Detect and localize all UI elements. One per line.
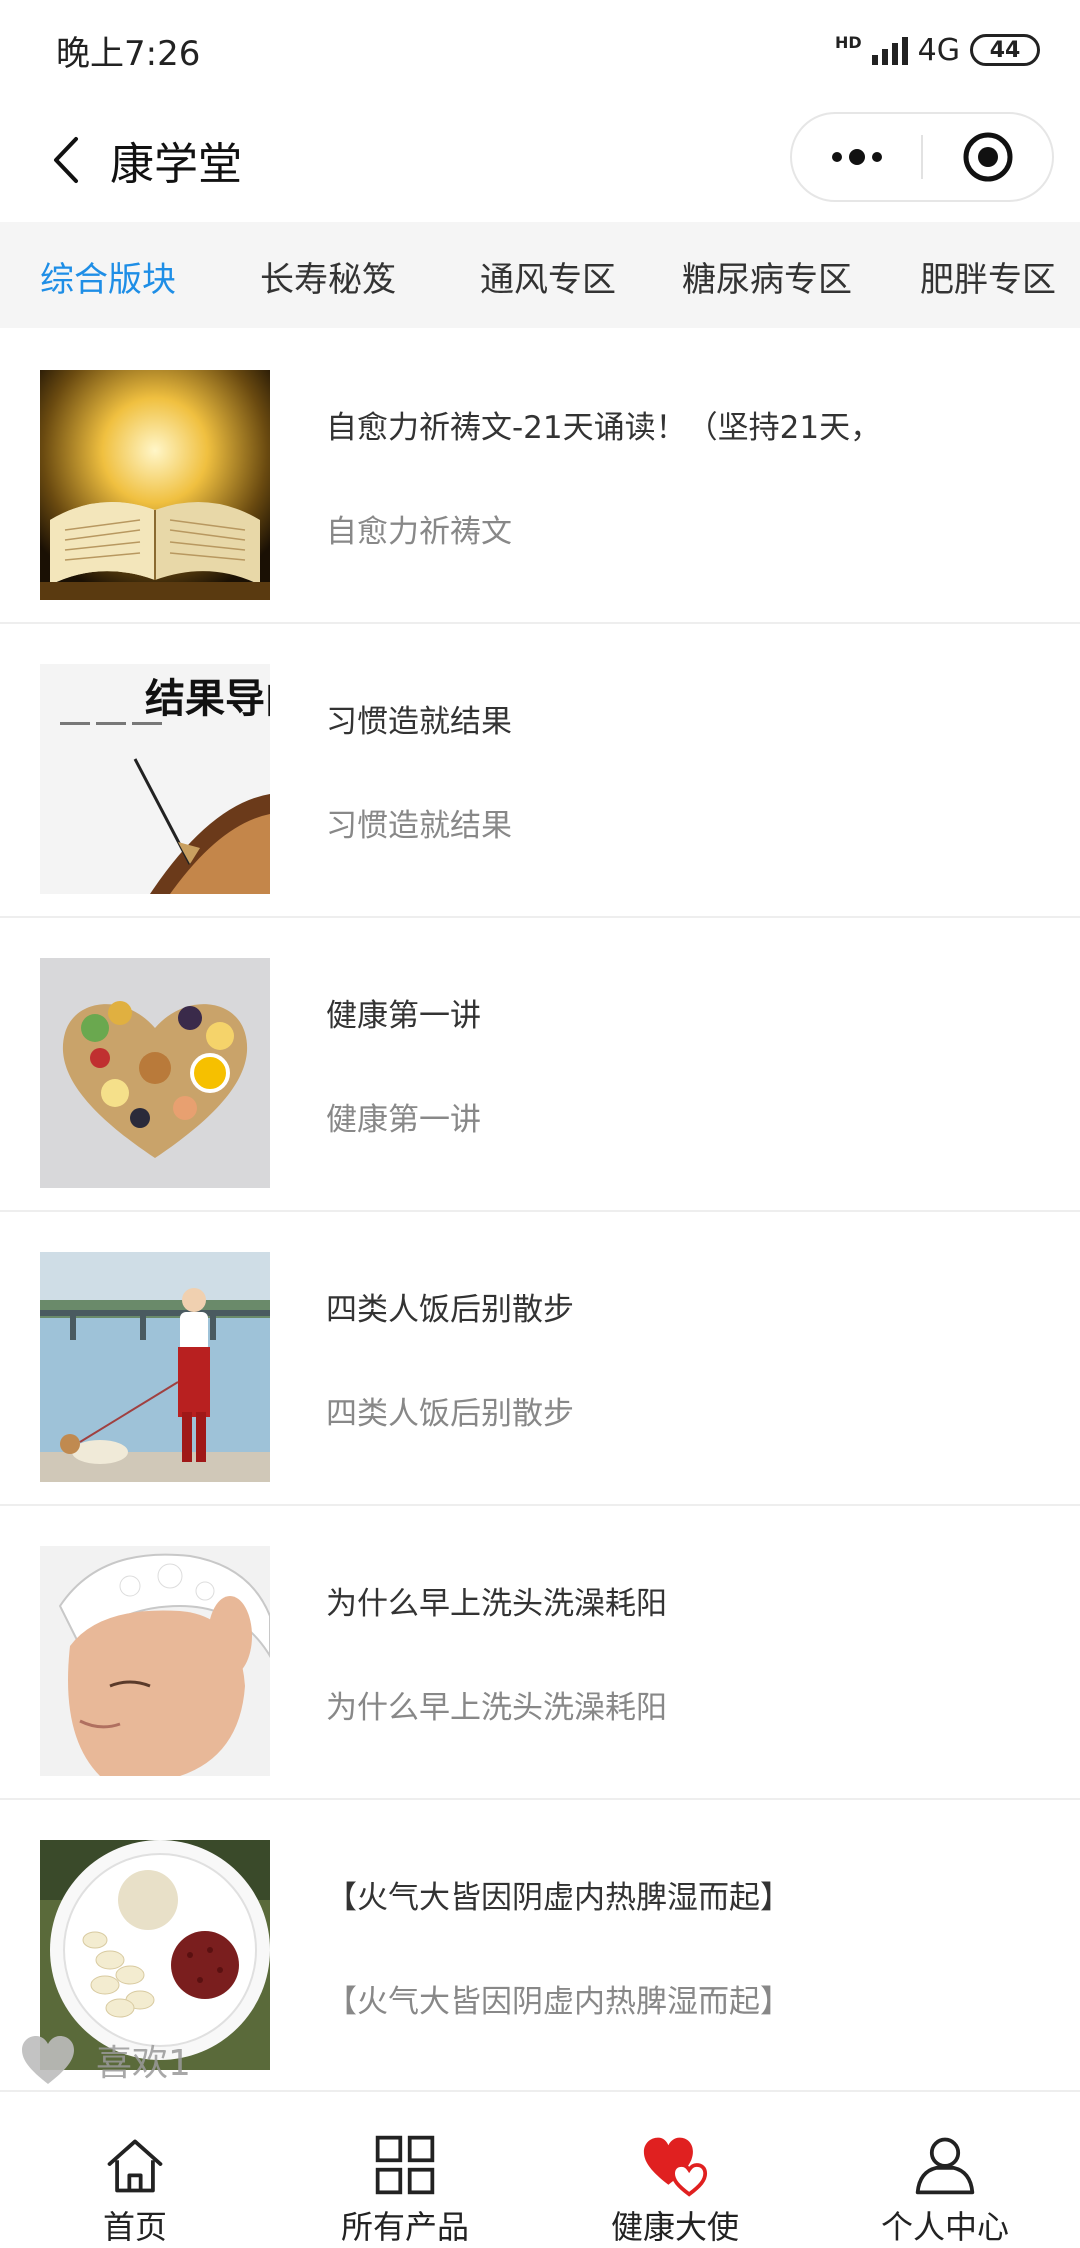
more-dots-icon: [831, 149, 882, 165]
list-item[interactable]: 为什么早上洗头洗澡耗阳 为什么早上洗头洗澡耗阳: [0, 1506, 1080, 1800]
item-subtitle: 为什么早上洗头洗澡耗阳: [326, 1690, 667, 1726]
tab-profile-label: 个人中心: [880, 2208, 1009, 2246]
item-title: 自愈力祈祷文-21天诵读！（坚持21天，: [326, 410, 882, 446]
walking-dog-thumbnail: [40, 1252, 270, 1482]
heart-icon: [22, 2036, 74, 2084]
item-subtitle: 【火气大皆因阴虚内热脾湿而起】: [326, 1984, 791, 2020]
item-title: 为什么早上洗头洗澡耗阳: [326, 1586, 667, 1622]
thumb-text: 结果导向: [145, 675, 270, 722]
page-title: 康学堂: [110, 139, 242, 190]
tab-profile[interactable]: 个人中心: [810, 2092, 1080, 2248]
item-title: 【火气大皆因阴虚内热脾湿而起】: [326, 1880, 791, 1916]
heart-food-thumbnail: [40, 958, 270, 1188]
tab-home-label: 首页: [102, 2208, 167, 2246]
list-item[interactable]: 自愈力祈祷文-21天诵读！（坚持21天， 自愈力祈祷文: [0, 330, 1080, 624]
nav-bar: 康学堂: [0, 100, 1080, 220]
item-title: 习惯造就结果: [326, 704, 512, 740]
item-subtitle: 健康第一讲: [326, 1102, 481, 1138]
tab-health-ambassador-label: 健康大使: [610, 2208, 739, 2246]
network-type: 4G: [917, 32, 960, 68]
list-item[interactable]: 结果导向 习惯造就结果 习惯造就结果: [0, 624, 1080, 918]
battery-icon: 44: [970, 34, 1040, 66]
user-icon: [915, 2137, 975, 2195]
home-icon: [107, 2139, 163, 2193]
back-icon[interactable]: [38, 130, 98, 190]
target-circle-icon: [963, 132, 1012, 182]
like-count: 喜欢1: [96, 2043, 191, 2084]
tab-comprehensive[interactable]: 综合版块: [40, 252, 176, 301]
close-miniprogram-button[interactable]: [923, 114, 1052, 200]
hair-wash-thumbnail: [40, 1546, 270, 1776]
grid-icon: [375, 2135, 435, 2195]
bible-thumbnail: [40, 370, 270, 600]
list-item[interactable]: 健康第一讲 健康第一讲: [0, 918, 1080, 1212]
bottom-tab-bar: 首页 所有产品 健康大使 个人中心: [0, 2090, 1080, 2248]
mini-program-capsule: [790, 112, 1054, 202]
signal-icon: [871, 35, 908, 65]
tab-products-label: 所有产品: [340, 2208, 469, 2246]
status-indicators: HD 4G 44: [835, 33, 1040, 68]
item-subtitle: 自愈力祈祷文: [326, 514, 512, 550]
list-item[interactable]: 四类人饭后别散步 四类人饭后别散步: [0, 1212, 1080, 1506]
tab-diabetes[interactable]: 糖尿病专区: [682, 252, 852, 301]
tab-home[interactable]: 首页: [0, 2092, 270, 2248]
item-title: 健康第一讲: [326, 998, 481, 1034]
tab-products[interactable]: 所有产品: [270, 2092, 540, 2248]
category-tabs: 综合版块 长寿秘笈 通风专区 糖尿病专区 肥胖专区: [0, 222, 1080, 328]
tab-longevity[interactable]: 长寿秘笈: [260, 252, 396, 301]
tab-gout[interactable]: 通风专区: [480, 252, 616, 301]
item-subtitle: 习惯造就结果: [326, 808, 512, 844]
item-subtitle: 四类人饭后别散步: [326, 1396, 574, 1432]
hearts-icon: [643, 2137, 708, 2197]
battery-level: 44: [989, 37, 1021, 63]
more-button[interactable]: [792, 114, 921, 200]
item-title: 四类人饭后别散步: [326, 1292, 574, 1328]
arrow-target-thumbnail: 结果导向: [40, 664, 270, 894]
tab-health-ambassador[interactable]: 健康大使: [540, 2092, 810, 2248]
hd-badge: HD: [834, 32, 862, 52]
status-time: 晚上7:26: [56, 33, 201, 74]
status-bar: 晚上7:26 HD 4G 44: [0, 0, 1080, 100]
tab-obesity[interactable]: 肥胖专区: [920, 252, 1056, 301]
like-button[interactable]: 喜欢1: [20, 2034, 191, 2086]
